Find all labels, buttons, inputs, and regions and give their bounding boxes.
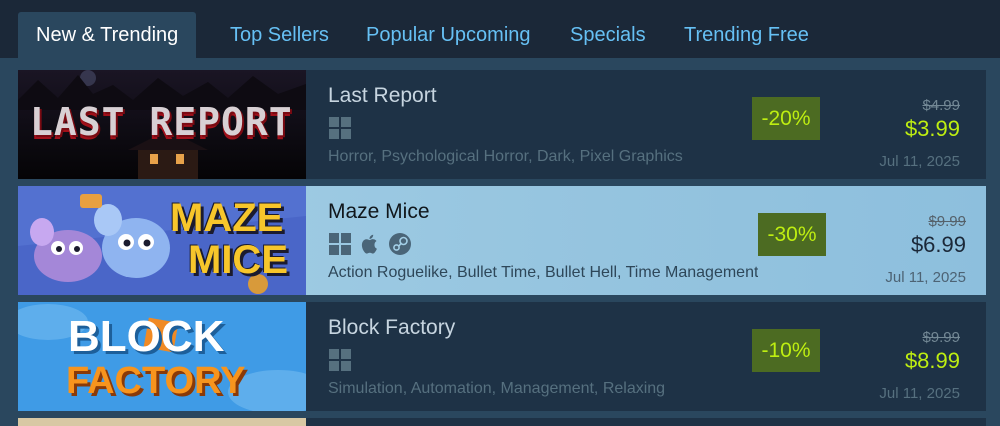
final-price: $6.99 bbox=[910, 232, 966, 257]
tab-trending-free[interactable]: Trending Free bbox=[666, 12, 827, 58]
tab-specials[interactable]: Specials bbox=[552, 12, 664, 58]
game-tags: Horror, Psychological Horror, Dark, Pixe… bbox=[328, 148, 683, 165]
tab-new-trending[interactable]: New & Trending bbox=[18, 12, 197, 58]
capsule-title-text: LAST REPORT bbox=[30, 100, 293, 144]
discount-badge: -10% bbox=[752, 329, 820, 372]
final-price: $8.99 bbox=[904, 348, 960, 373]
game-tags: Action Roguelike, Bullet Time, Bullet He… bbox=[328, 264, 758, 281]
windows-icon bbox=[329, 233, 351, 255]
windows-icon bbox=[329, 117, 351, 139]
game-list-panel: LAST REPORT Last Report Horror, Psycholo… bbox=[0, 58, 1000, 426]
game-row-partial[interactable] bbox=[18, 418, 986, 426]
original-price: $9.99 bbox=[928, 213, 966, 230]
apple-icon bbox=[361, 234, 377, 254]
game-title: Maze Mice bbox=[328, 200, 430, 223]
tab-popular-upcoming[interactable]: Popular Upcoming bbox=[348, 12, 549, 58]
game-row-maze-mice[interactable]: MAZE MICE Maze Mice Action Roguelike, Bu… bbox=[18, 186, 986, 295]
game-row-last-report[interactable]: LAST REPORT Last Report Horror, Psycholo… bbox=[18, 70, 986, 179]
windows-icon bbox=[329, 349, 351, 371]
game-capsule-image[interactable]: LAST REPORT bbox=[18, 70, 306, 179]
release-date: Jul 11, 2025 bbox=[879, 385, 960, 402]
tab-top-sellers[interactable]: Top Sellers bbox=[212, 12, 347, 58]
game-capsule-image[interactable]: MAZE MICE bbox=[18, 186, 306, 295]
game-capsule-image[interactable]: BLOCK FACTORY bbox=[18, 302, 306, 411]
capsule-title-text: BLOCK bbox=[68, 312, 225, 361]
original-price: $9.99 bbox=[922, 329, 960, 346]
discount-badge: -20% bbox=[752, 97, 820, 140]
final-price: $3.99 bbox=[904, 116, 960, 141]
capsule-title-text: MAZE bbox=[170, 196, 284, 240]
capsule-title-text: MICE bbox=[188, 238, 288, 282]
game-title: Block Factory bbox=[328, 316, 456, 339]
platform-icons bbox=[328, 232, 412, 256]
original-price: $4.99 bbox=[922, 97, 960, 114]
steam-icon bbox=[389, 233, 411, 255]
game-capsule-image[interactable] bbox=[18, 418, 306, 426]
platform-icons bbox=[328, 348, 352, 372]
release-date: Jul 11, 2025 bbox=[879, 153, 960, 170]
tab-bar: New & Trending Top Sellers Popular Upcom… bbox=[0, 0, 1000, 58]
discount-badge: -30% bbox=[758, 213, 826, 256]
capsule-title-text: FACTORY bbox=[66, 360, 246, 402]
release-date: Jul 11, 2025 bbox=[885, 269, 966, 286]
game-title: Last Report bbox=[328, 84, 437, 107]
game-row-block-factory[interactable]: BLOCK FACTORY Block Factory Simulation, … bbox=[18, 302, 986, 411]
platform-icons bbox=[328, 116, 352, 140]
game-tags: Simulation, Automation, Management, Rela… bbox=[328, 380, 666, 397]
